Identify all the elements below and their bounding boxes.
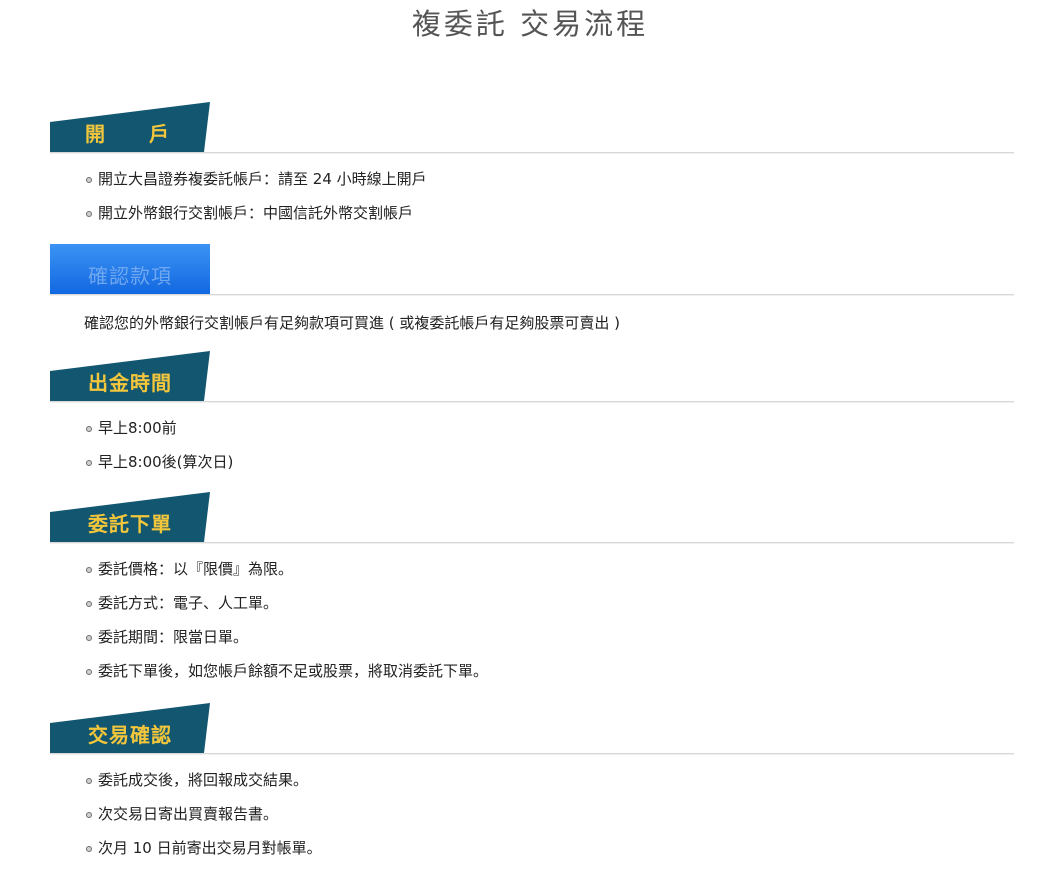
bullet-icon xyxy=(86,211,92,217)
list-item: 委託期間：限當日單。 xyxy=(86,620,1014,654)
item-list: 早上8:00前 早上8:00後(算次日) xyxy=(50,402,1014,479)
list-item: 開立大昌證券複委託帳戶：請至 24 小時線上開戶 xyxy=(86,162,1014,196)
list-item: 委託方式：電子、人工單。 xyxy=(86,586,1014,620)
bullet-icon xyxy=(86,669,92,675)
section-withdrawal-time: 出金時間 早上8:00前 早上8:00後(算次日) xyxy=(50,351,1014,479)
section-tab: 委託下單 xyxy=(50,492,210,542)
section-tab: 確認款項 xyxy=(50,244,210,294)
list-item: 委託價格：以『限價』為限。 xyxy=(86,552,1014,586)
bullet-icon xyxy=(86,177,92,183)
section-confirm-funds: 確認款項 確認您的外幣銀行交割帳戶有足夠款項可買進 ( 或複委託帳戶有足夠股票可… xyxy=(50,244,1014,340)
list-item: 委託成交後，將回報成交結果。 xyxy=(86,763,1014,797)
section-heading: 交易確認 xyxy=(88,723,172,747)
bullet-icon xyxy=(86,426,92,432)
list-item: 開立外幣銀行交割帳戶：中國信託外幣交割帳戶 xyxy=(86,196,1014,230)
bullet-icon xyxy=(86,567,92,573)
bullet-icon xyxy=(86,635,92,641)
section-tab: 交易確認 xyxy=(50,703,210,753)
list-item: 次月 10 日前寄出交易月對帳單。 xyxy=(86,831,1014,865)
bullet-icon xyxy=(86,601,92,607)
section-place-order: 委託下單 委託價格：以『限價』為限。 委託方式：電子、人工單。 委託期間：限當日… xyxy=(50,492,1014,688)
section-heading: 開 戶 xyxy=(85,122,181,146)
item-list: 委託成交後，將回報成交結果。 次交易日寄出買賣報告書。 次月 10 日前寄出交易… xyxy=(50,754,1014,865)
section-text: 確認您的外幣銀行交割帳戶有足夠款項可買進 ( 或複委託帳戶有足夠股票可賣出 ) xyxy=(84,314,621,332)
bullet-icon xyxy=(86,778,92,784)
list-item: 次交易日寄出買賣報告書。 xyxy=(86,797,1014,831)
bullet-icon xyxy=(86,812,92,818)
item-list: 委託價格：以『限價』為限。 委託方式：電子、人工單。 委託期間：限當日單。 委託… xyxy=(50,543,1014,688)
section-tab: 開 戶 xyxy=(50,102,210,152)
section-open-account: 開 戶 開立大昌證券複委託帳戶：請至 24 小時線上開戶 開立外幣銀行交割帳戶：… xyxy=(50,102,1014,230)
page-title: 複委託 交易流程 xyxy=(411,7,649,41)
list-item: 早上8:00後(算次日) xyxy=(86,445,1014,479)
section-tab: 出金時間 xyxy=(50,351,210,401)
bullet-icon xyxy=(86,846,92,852)
section-trade-confirmation: 交易確認 委託成交後，將回報成交結果。 次交易日寄出買賣報告書。 次月 10 日… xyxy=(50,703,1014,865)
list-item: 委託下單後，如您帳戶餘額不足或股票，將取消委託下單。 xyxy=(86,654,1014,688)
section-heading: 確認款項 xyxy=(88,264,172,288)
list-item: 早上8:00前 xyxy=(86,411,1014,445)
item-list: 開立大昌證券複委託帳戶：請至 24 小時線上開戶 開立外幣銀行交割帳戶：中國信託… xyxy=(50,153,1014,230)
section-heading: 委託下單 xyxy=(88,512,172,536)
section-heading: 出金時間 xyxy=(88,371,172,395)
bullet-icon xyxy=(86,460,92,466)
